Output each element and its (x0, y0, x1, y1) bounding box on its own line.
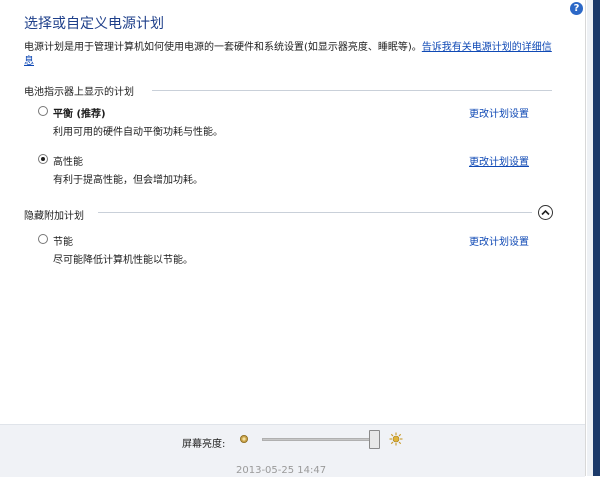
change-plan-settings-link-balanced[interactable]: 更改计划设置 (469, 105, 529, 120)
section-header-battery: 电池指示器上显示的计划 (24, 87, 134, 98)
plan-balanced-radio[interactable] (38, 106, 48, 116)
section-divider (152, 90, 552, 91)
plan-description: 有利于提高性能，但会增加功耗。 (53, 175, 203, 186)
page-description: 电源计划是用于管理计算机如何使用电源的一套硬件和系统设置(如显示器亮度、睡眠等)… (24, 41, 559, 69)
plan-name: 节能 (53, 237, 73, 248)
screen-brightness-label: 屏幕亮度: (182, 439, 226, 450)
plan-power-saver-radio[interactable] (38, 234, 48, 244)
partial-timestamp-text: 2013-05-25 14:47 (236, 465, 327, 476)
sun-dim-icon (240, 435, 248, 443)
change-plan-settings-link-high-performance[interactable]: 更改计划设置 (469, 153, 529, 168)
plan-description: 尽可能降低计算机性能以节能。 (53, 255, 193, 266)
brightness-slider-track[interactable] (262, 438, 374, 441)
window-frame-border (593, 0, 600, 476)
page-title: 选择或自定义电源计划 (24, 16, 164, 32)
description-text: 电源计划是用于管理计算机如何使用电源的一套硬件和系统设置(如显示器亮度、睡眠等)… (24, 42, 422, 53)
plan-description: 利用可用的硬件自动平衡功耗与性能。 (53, 127, 223, 138)
plan-high-performance-radio[interactable] (38, 154, 48, 164)
change-plan-settings-link-power-saver[interactable]: 更改计划设置 (469, 233, 529, 248)
section-header-hidden: 隐藏附加计划 (24, 211, 84, 222)
chevron-up-icon[interactable] (538, 205, 553, 220)
control-panel-window: ? 选择或自定义电源计划 电源计划是用于管理计算机如何使用电源的一套硬件和系统设… (0, 0, 585, 477)
plan-name: 高性能 (53, 157, 83, 168)
sun-bright-icon (389, 432, 403, 446)
help-icon[interactable]: ? (570, 2, 583, 15)
plan-name: 平衡 (推荐) (53, 109, 106, 120)
section-divider (98, 212, 532, 213)
radio-selected-dot (41, 157, 45, 161)
brightness-slider-thumb[interactable] (369, 430, 380, 449)
